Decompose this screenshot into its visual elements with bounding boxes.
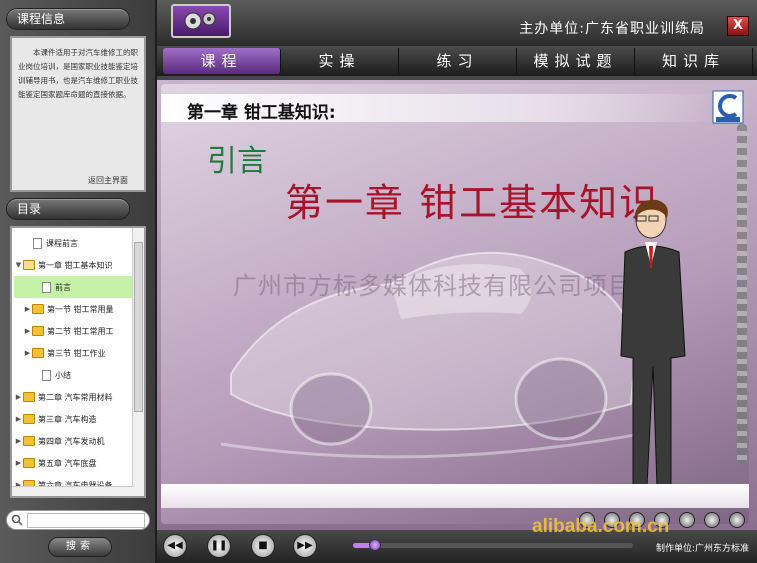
toc-item[interactable]: ▶ 第四章 汽车发动机 xyxy=(14,430,132,452)
folder-icon xyxy=(23,436,35,446)
stop-button[interactable]: ■ xyxy=(251,534,275,558)
company-watermark: 广州市方标多媒体科技有限公司项目部 xyxy=(233,272,658,300)
tab-0[interactable]: 课程 xyxy=(163,48,281,74)
chevron-down-icon[interactable]: ▼ xyxy=(14,261,23,269)
course-info-text: 本课件适用于对汽车维修工的职业岗位培训，是国家职业技能鉴定培训辅导用书，也是汽车… xyxy=(18,48,138,99)
toc-item-label: 第一章 钳工基本知识 xyxy=(38,260,113,270)
stop-icon: ■ xyxy=(258,540,268,551)
toc-item-label: 第四章 汽车发动机 xyxy=(38,436,105,446)
rewind-icon: ◀◀ xyxy=(167,540,183,551)
publisher-logo-icon xyxy=(712,90,744,124)
chevron-right-icon[interactable]: ▶ xyxy=(14,437,23,445)
app-logo xyxy=(171,4,231,38)
rewind-button[interactable]: ◀◀ xyxy=(163,534,187,558)
search-button[interactable]: 搜索 xyxy=(48,537,112,557)
toc-item[interactable]: ▶ 第五章 汽车底盘 xyxy=(14,452,132,474)
slide: 第一章 钳工基知识: 引言 第一章 钳工基本知识 广州市方标多媒体科技有限公司项… xyxy=(161,84,749,524)
fast-forward-icon: ▶▶ xyxy=(297,540,313,551)
lesson-stage: 第一章 钳工基知识: 引言 第一章 钳工基本知识 广州市方标多媒体科技有限公司项… xyxy=(157,80,757,530)
presenter-figure xyxy=(620,199,686,487)
search-icon xyxy=(11,514,23,526)
toc-item[interactable]: ▶ 第二章 汽车常用材料 xyxy=(14,386,132,408)
doc-icon xyxy=(42,281,51,293)
toc-item[interactable]: ▶ 第三章 汽车构造 xyxy=(14,408,132,430)
app-window: 课程信息 本课件适用于对汽车维修工的职业岗位培训，是国家职业技能鉴定培训辅导用书… xyxy=(0,0,757,563)
toc-item-label: 第一节 钳工常用量 xyxy=(47,304,114,314)
folder-icon xyxy=(23,392,35,402)
producer-credits: 制作单位:广州东方标准 xyxy=(655,544,749,554)
intro-heading: 引言 xyxy=(207,144,267,179)
fast-forward-button[interactable]: ▶▶ xyxy=(293,534,317,558)
doc-icon xyxy=(42,369,51,381)
search-box xyxy=(6,510,150,530)
search-input[interactable] xyxy=(27,513,145,528)
toc-tree: 课程前言 ▼ 第一章 钳工基本知识前言 ▶ 第一节 钳工常用量 ▶ 第二节 钳工常用工 ▶ 第三… xyxy=(10,226,146,498)
toc-item[interactable]: ▼ 第一章 钳工基本知识 xyxy=(14,254,132,276)
organizer-label: 主办单位:广东省职业训练局 xyxy=(519,21,705,37)
course-info-title: 课程信息 xyxy=(6,8,130,30)
main-nav: 课程 实操 练习 模拟试题 知识库 xyxy=(157,46,757,76)
toc-item[interactable]: 课程前言 xyxy=(14,232,132,254)
chevron-right-icon[interactable]: ▶ xyxy=(23,327,32,335)
chevron-right-icon[interactable]: ▶ xyxy=(14,459,23,467)
toc-item-label: 第三章 汽车构造 xyxy=(38,414,97,424)
pause-button[interactable]: ❚❚ xyxy=(207,534,231,558)
chapter-dot[interactable] xyxy=(729,512,745,528)
folder-icon xyxy=(23,414,35,424)
toc-list: 课程前言 ▼ 第一章 钳工基本知识前言 ▶ 第一节 钳工常用量 ▶ 第二节 钳工常用工 ▶ 第三… xyxy=(14,232,132,496)
media-player-bar: alibaba.com.cn ◀◀ ❚❚ ■ ▶▶ 制作单位:广州东方标准 xyxy=(157,512,757,563)
tab-1[interactable]: 实操 xyxy=(281,48,399,74)
scrollbar-thumb[interactable] xyxy=(134,242,143,412)
tab-2[interactable]: 练习 xyxy=(399,48,517,74)
back-to-main-link[interactable]: 返回主界面 xyxy=(88,175,128,186)
folder-open-icon xyxy=(23,260,35,270)
caption-bar xyxy=(161,484,749,508)
toc-item-label: 第二节 钳工常用工 xyxy=(47,326,114,336)
folder-icon xyxy=(32,326,44,336)
progress-slider[interactable] xyxy=(353,539,633,551)
chevron-right-icon[interactable]: ▶ xyxy=(14,415,23,423)
toc-vertical-scrollbar[interactable] xyxy=(132,228,144,496)
chevron-right-icon[interactable]: ▶ xyxy=(23,349,32,357)
folder-icon xyxy=(23,458,35,468)
toc-item[interactable]: ▶ 第二节 钳工常用工 xyxy=(14,320,132,342)
toc-item-label: 课程前言 xyxy=(46,238,78,248)
course-info-box: 本课件适用于对汽车维修工的职业岗位培训，是国家职业技能鉴定培训辅导用书，也是汽车… xyxy=(10,36,146,192)
site-watermark: alibaba.com.cn xyxy=(532,516,670,537)
gear-logo-icon xyxy=(184,12,216,30)
toc-item-label: 第三节 钳工作业 xyxy=(47,348,106,358)
toc-title: 目录 xyxy=(6,198,130,220)
chapter-dot[interactable] xyxy=(679,512,695,528)
toc-item-label: 小结 xyxy=(55,370,71,380)
toc-horizontal-scrollbar[interactable] xyxy=(12,486,134,496)
close-button[interactable]: X xyxy=(727,16,749,36)
chapter-title: 第一章 钳工基本知识 xyxy=(285,181,660,225)
tab-3[interactable]: 模拟试题 xyxy=(517,48,635,74)
top-bar: 主办单位:广东省职业训练局 X xyxy=(157,0,757,46)
toc-item[interactable]: ▶ 第三节 钳工作业 xyxy=(14,342,132,364)
toc-item-label: 第二章 汽车常用材料 xyxy=(38,392,113,402)
folder-icon xyxy=(32,348,44,358)
toc-item[interactable]: 前言 xyxy=(14,276,132,298)
chevron-right-icon[interactable]: ▶ xyxy=(23,305,32,313)
chapter-dot[interactable] xyxy=(704,512,720,528)
toc-item-label: 第五章 汽车底盘 xyxy=(38,458,97,468)
folder-icon xyxy=(32,304,44,314)
toc-item-label: 前言 xyxy=(55,282,71,292)
chain-decoration xyxy=(737,124,747,464)
toc-item[interactable]: ▶ 第一节 钳工常用量 xyxy=(14,298,132,320)
toc-item[interactable]: 小结 xyxy=(14,364,132,386)
tab-4[interactable]: 知识库 xyxy=(635,48,753,74)
pause-icon: ❚❚ xyxy=(210,540,228,551)
progress-knob[interactable] xyxy=(369,539,382,551)
chevron-right-icon[interactable]: ▶ xyxy=(14,393,23,401)
doc-icon xyxy=(33,237,42,249)
left-panel: 课程信息 本课件适用于对汽车维修工的职业岗位培训，是国家职业技能鉴定培训辅导用书… xyxy=(0,0,157,563)
chapter-label: 第一章 钳工基知识: xyxy=(187,103,336,123)
